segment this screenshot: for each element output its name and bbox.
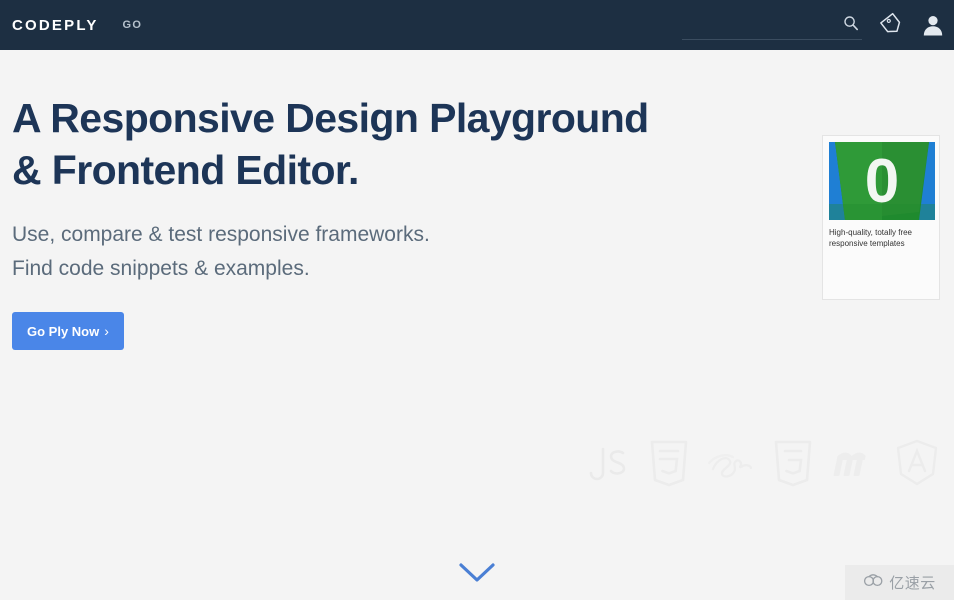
cta-label: Go Ply Now — [27, 324, 99, 339]
css3-logo-icon — [764, 436, 822, 491]
cloud-icon — [863, 572, 885, 593]
scroll-down-button[interactable] — [0, 561, 954, 590]
sass-logo-icon — [702, 436, 760, 491]
top-navbar: CODEPLY GO — [0, 0, 954, 50]
headline-line-2: & Frontend Editor. — [12, 147, 359, 193]
template-thumbnail-card[interactable]: 0 High-quality, totally free responsive … — [822, 135, 940, 300]
angular-logo-icon — [888, 436, 946, 491]
javascript-logo-icon — [578, 436, 636, 491]
framework-logos-watermark — [578, 433, 948, 493]
brand-logo[interactable]: CODEPLY — [12, 17, 99, 34]
user-icon[interactable] — [912, 0, 954, 50]
preview-number: 0 — [865, 147, 899, 216]
hero-content: A Responsive Design Playground & Fronten… — [12, 92, 812, 350]
go-ply-now-button[interactable]: Go Ply Now › — [12, 312, 124, 350]
navbar-right-group — [682, 0, 954, 50]
nav-link-go[interactable]: GO — [123, 19, 143, 31]
subline-line-1: Use, compare & test responsive framework… — [12, 223, 430, 246]
page-title: A Responsive Design Playground & Fronten… — [12, 92, 812, 196]
site-watermark: 亿速云 — [845, 565, 954, 600]
chevron-right-icon: › — [104, 323, 109, 339]
headline-line-1: A Responsive Design Playground — [12, 95, 649, 141]
hero-section: A Responsive Design Playground & Fronten… — [0, 50, 954, 600]
hero-subtitle: Use, compare & test responsive framework… — [12, 218, 812, 286]
materialize-logo-icon — [826, 436, 884, 491]
tag-icon[interactable] — [872, 0, 912, 50]
search-container — [682, 10, 862, 40]
template-preview-image: 0 — [829, 142, 935, 220]
template-caption: High-quality, totally free responsive te… — [829, 227, 933, 249]
search-input[interactable] — [682, 12, 862, 38]
subline-line-2: Find code snippets & examples. — [12, 257, 310, 280]
html5-logo-icon — [640, 436, 698, 491]
search-icon[interactable] — [842, 14, 860, 32]
watermark-text: 亿速云 — [889, 572, 936, 593]
chevron-down-icon — [458, 561, 496, 590]
